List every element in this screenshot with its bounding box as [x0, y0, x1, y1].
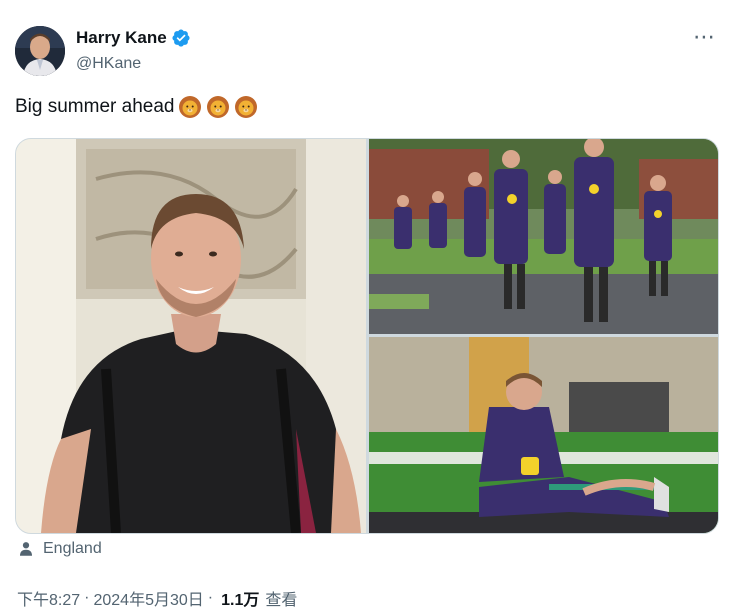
photo-stretching-image [369, 337, 718, 533]
tweet-date[interactable]: 2024年5月30日 [93, 586, 203, 610]
photo-training-walk[interactable] [369, 139, 718, 334]
tweet-time[interactable]: 下午8:27 [17, 586, 80, 610]
lion-face-icon [235, 96, 258, 118]
verified-badge-icon [172, 29, 190, 47]
lion-face-icon [207, 96, 230, 118]
author-name-row[interactable]: Harry Kane [76, 28, 191, 48]
tweet-text: Big summer ahead [15, 95, 258, 119]
author-handle[interactable]: @HKane [76, 55, 141, 73]
photo-portrait[interactable] [16, 139, 366, 533]
tweet-meta: 下午8:27 · 2024年5月30日 · 1.1万 查看 [17, 586, 297, 610]
photo-stretching[interactable] [369, 337, 718, 533]
meta-separator: · [84, 589, 90, 606]
media-grid [15, 138, 719, 534]
lion-face-icon [179, 96, 202, 118]
location-row[interactable]: England [17, 540, 102, 558]
meta-separator: · [207, 589, 214, 606]
photo-training-walk-image [369, 139, 718, 334]
author-display-name[interactable]: Harry Kane [76, 28, 167, 48]
person-icon [20, 542, 32, 556]
more-options-icon[interactable]: ⋯ [693, 24, 716, 50]
location-label: England [43, 540, 102, 557]
avatar-photo [15, 26, 65, 76]
avatar[interactable] [15, 26, 65, 76]
views-count: 1.1万 [221, 592, 260, 609]
views-label: 查看 [265, 592, 298, 609]
photo-portrait-image [16, 139, 366, 533]
tweet-text-content: Big summer ahead [15, 96, 175, 117]
